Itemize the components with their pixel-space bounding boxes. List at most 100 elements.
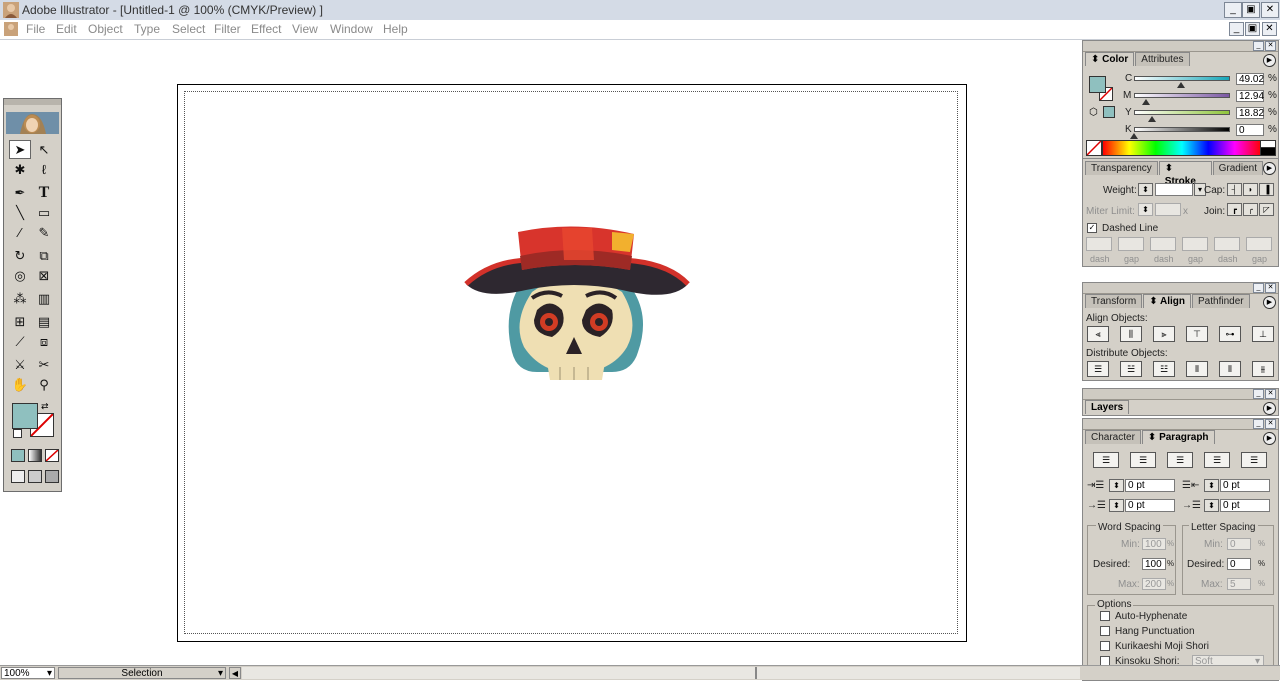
tab-color[interactable]: ⬍ Color — [1085, 52, 1135, 66]
palette-close-button[interactable]: ✕ — [1265, 419, 1276, 429]
auto-hyphenate-checkbox[interactable] — [1100, 611, 1110, 621]
vertical-distribute-top-button[interactable]: ☰ — [1087, 361, 1109, 377]
right-indent-field[interactable]: 0 pt — [1220, 479, 1270, 492]
rotate-tool-icon[interactable]: ↻ — [9, 246, 31, 265]
vertical-align-center-button[interactable]: ⊶ — [1219, 326, 1241, 342]
tab-pathfinder[interactable]: Pathfinder — [1192, 294, 1250, 308]
projecting-cap-button[interactable]: ▐ — [1259, 183, 1274, 196]
menu-window[interactable]: Window — [330, 22, 373, 36]
vertical-align-top-button[interactable]: ⊤ — [1186, 326, 1208, 342]
default-colors-icon[interactable] — [13, 429, 22, 438]
full-screen-mode-icon[interactable] — [45, 470, 59, 483]
hand-tool-icon[interactable]: ✋ — [9, 375, 31, 394]
tab-attributes[interactable]: Attributes — [1135, 52, 1190, 66]
tab-align[interactable]: ⬍ Align — [1143, 294, 1191, 308]
letter-min-field[interactable]: 0 — [1227, 538, 1251, 550]
eyedropper-tool-icon[interactable]: ⟋ — [9, 332, 31, 351]
venus-splash-icon[interactable] — [6, 112, 59, 134]
tab-stroke[interactable]: ⬍ Stroke — [1158, 161, 1212, 187]
justify-all-button[interactable]: ☰ — [1241, 452, 1267, 468]
doc-minimize-button[interactable]: _ — [1229, 22, 1244, 36]
full-screen-menu-mode-icon[interactable] — [28, 470, 42, 483]
color-mode-icon[interactable] — [11, 449, 25, 462]
kurikaeshi-checkbox[interactable] — [1100, 641, 1110, 651]
align-left-button[interactable]: ☰ — [1093, 452, 1119, 468]
tab-gradient[interactable]: Gradient — [1212, 161, 1263, 175]
first-line-indent-field[interactable]: 0 pt — [1125, 499, 1175, 512]
round-join-button[interactable]: ╭ — [1243, 203, 1258, 216]
first-line-indent-stepper[interactable]: ⬍ — [1109, 499, 1124, 512]
menu-edit[interactable]: Edit — [56, 22, 77, 36]
close-button[interactable]: ✕ — [1261, 2, 1279, 18]
black-field[interactable]: 0 — [1236, 124, 1264, 136]
weight-field[interactable] — [1155, 183, 1193, 196]
left-indent-field[interactable]: 0 pt — [1125, 479, 1175, 492]
round-cap-button[interactable]: ◗ — [1243, 183, 1258, 196]
palette-minimize-button[interactable]: _ — [1253, 389, 1264, 399]
horizontal-align-left-button[interactable]: ⫷ — [1087, 326, 1109, 342]
horizontal-distribute-left-button[interactable]: ⫴ — [1186, 361, 1208, 377]
magic-wand-tool-icon[interactable]: ✱ — [9, 160, 31, 179]
zoom-field[interactable]: 100% ▾ — [1, 667, 55, 679]
horizontal-distribute-right-button[interactable]: ⫵ — [1252, 361, 1274, 377]
pen-tool-icon[interactable]: ✒ — [9, 183, 31, 202]
warp-tool-icon[interactable]: ◎ — [9, 266, 31, 285]
stroke-palette-menu-icon[interactable]: ▶ — [1263, 162, 1276, 175]
pencil-tool-icon[interactable]: ✎ — [33, 223, 55, 242]
fill-swatch[interactable] — [12, 403, 38, 429]
letter-max-field[interactable]: 5 — [1227, 578, 1251, 590]
palette-title-bar[interactable] — [1083, 419, 1278, 430]
symbol-sprayer-tool-icon[interactable]: ⁂ — [9, 289, 31, 308]
miter-field[interactable] — [1155, 203, 1181, 216]
gradient-mode-icon[interactable] — [28, 449, 42, 462]
tab-paragraph[interactable]: ⬍ Paragraph — [1141, 430, 1215, 444]
gradient-tool-icon[interactable]: ▤ — [33, 312, 55, 331]
letter-desired-field[interactable]: 0 — [1227, 558, 1251, 570]
horizontal-align-center-button[interactable]: ⫼ — [1120, 326, 1142, 342]
align-right-button[interactable]: ☰ — [1167, 452, 1193, 468]
minimize-button[interactable]: _ — [1224, 2, 1242, 18]
horizontal-scrollbar[interactable] — [242, 667, 1080, 679]
left-indent-stepper[interactable]: ⬍ — [1109, 479, 1124, 492]
palette-title-bar[interactable] — [1083, 283, 1278, 294]
none-mode-icon[interactable] — [45, 449, 59, 462]
magenta-field[interactable]: 12.94 — [1236, 90, 1264, 102]
color-spectrum-bar[interactable] — [1102, 140, 1262, 156]
status-tool-display[interactable]: Selection ▾ — [58, 667, 226, 679]
type-tool-icon[interactable]: T — [33, 183, 55, 202]
yellow-slider-thumb[interactable] — [1148, 116, 1157, 122]
gap-field-2[interactable] — [1182, 237, 1208, 251]
dash-field-1[interactable] — [1086, 237, 1112, 251]
space-before-stepper[interactable]: ⬍ — [1204, 499, 1219, 512]
free-transform-tool-icon[interactable]: ⊠ — [33, 266, 55, 285]
horizontal-align-right-button[interactable]: ⫸ — [1153, 326, 1175, 342]
doc-close-button[interactable]: ✕ — [1262, 22, 1277, 36]
bevel-join-button[interactable]: ◸ — [1259, 203, 1274, 216]
word-max-field[interactable]: 200 — [1142, 578, 1166, 590]
yellow-field[interactable]: 18.82 — [1236, 107, 1264, 119]
column-graph-tool-icon[interactable]: ▥ — [33, 289, 55, 308]
doc-restore-button[interactable]: ▣ — [1245, 22, 1260, 36]
scissors-tool-icon[interactable]: ✂ — [33, 355, 55, 374]
miter-join-button[interactable]: ┏ — [1227, 203, 1242, 216]
swap-fill-stroke-icon[interactable]: ⇄ — [41, 401, 49, 412]
restore-button[interactable]: ▣ — [1242, 2, 1260, 18]
scale-tool-icon[interactable]: ⧉ — [33, 246, 55, 265]
line-segment-tool-icon[interactable]: ╲ — [9, 203, 31, 222]
space-before-field[interactable]: 0 pt — [1220, 499, 1270, 512]
menu-effect[interactable]: Effect — [251, 22, 281, 36]
slice-tool-icon[interactable]: ⚔ — [9, 355, 31, 374]
horizontal-distribute-center-button[interactable]: ⦀ — [1219, 361, 1241, 377]
cyan-field[interactable]: 49.02 — [1236, 73, 1264, 85]
tab-transparency[interactable]: Transparency — [1085, 161, 1158, 175]
skull-with-hat-artwork[interactable] — [462, 222, 692, 387]
justify-button[interactable]: ☰ — [1204, 452, 1230, 468]
palette-title-bar[interactable] — [1083, 41, 1278, 52]
menu-select[interactable]: Select — [172, 22, 205, 36]
menu-filter[interactable]: Filter — [214, 22, 241, 36]
black-swatch[interactable] — [1260, 147, 1276, 156]
rectangle-tool-icon[interactable]: ▭ — [33, 203, 55, 222]
word-min-field[interactable]: 100 — [1142, 538, 1166, 550]
palette-title-bar[interactable] — [1083, 389, 1278, 400]
yellow-slider[interactable] — [1134, 110, 1230, 115]
